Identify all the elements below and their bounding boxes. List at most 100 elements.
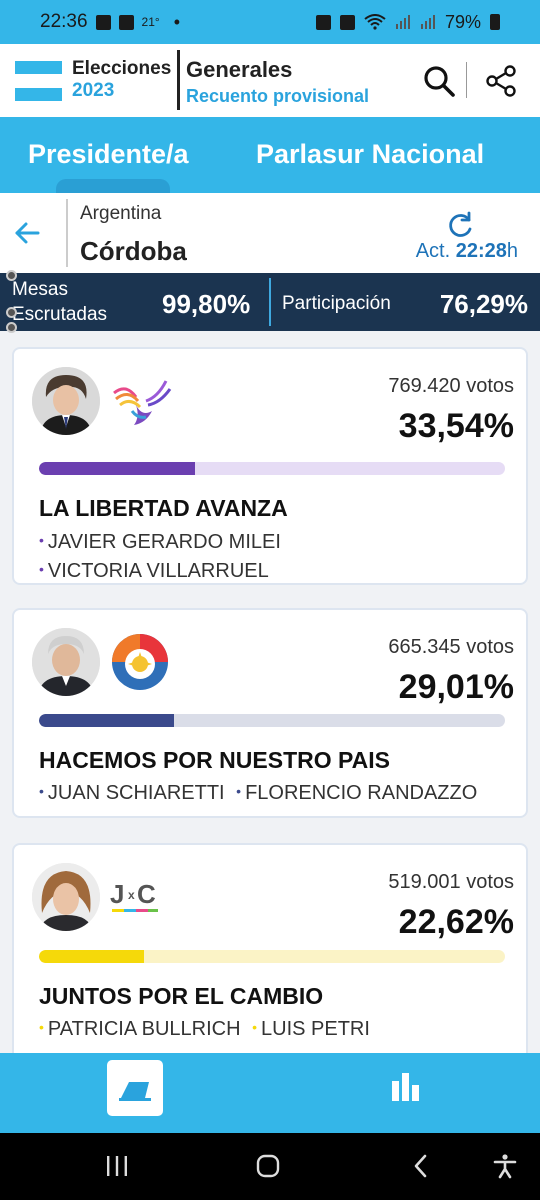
party-name: JUNTOS POR EL CAMBIO bbox=[39, 983, 324, 1009]
party-name: LA LIBERTAD AVANZA bbox=[39, 495, 288, 521]
candidate-avatar bbox=[32, 863, 100, 931]
candidate-name: JAVIER GERARDO MILEI bbox=[47, 531, 281, 553]
svg-text:J: J bbox=[110, 879, 124, 909]
candidate-line: • JAVIER GERARDO MILEI bbox=[39, 531, 281, 554]
home-icon[interactable] bbox=[255, 1153, 281, 1179]
vote-percent: 22,62% bbox=[398, 903, 514, 941]
signal-icon-2 bbox=[420, 15, 435, 29]
header-divider bbox=[177, 50, 180, 110]
vote-share-bar bbox=[39, 950, 505, 963]
alarm-icon bbox=[339, 14, 355, 30]
result-card[interactable]: 769.420 votos 33,54% LA LIBERTAD AVANZA … bbox=[12, 347, 528, 585]
back-nav-icon[interactable] bbox=[408, 1153, 434, 1179]
vote-count: 665.345 votos bbox=[388, 636, 514, 658]
party-name: HACEMOS POR NUESTRO PAIS bbox=[39, 747, 390, 773]
last-update-time: 22:28 bbox=[455, 240, 507, 262]
mesas-label-line-1: Mesas bbox=[12, 279, 68, 300]
candidate-name: FLORENCIO RANDAZZO bbox=[245, 782, 478, 804]
result-card[interactable]: 665.345 votos 29,01% HACEMOS POR NUESTRO… bbox=[12, 608, 528, 818]
status-dot: • bbox=[173, 11, 181, 32]
lla-party-logo-icon bbox=[113, 380, 172, 425]
bottom-nav bbox=[0, 1053, 540, 1133]
candidate-name: VICTORIA VILLARRUEL bbox=[47, 560, 269, 582]
vote-share-bar bbox=[39, 714, 505, 727]
status-time: 22:36 bbox=[40, 11, 88, 32]
bullet: • bbox=[39, 1019, 44, 1035]
page-subtitle: Recuento provisional bbox=[186, 86, 370, 106]
location-province: Córdoba bbox=[80, 236, 187, 266]
bullet: • bbox=[252, 1019, 258, 1035]
selection-handle bbox=[6, 270, 17, 281]
stats-divider bbox=[269, 278, 271, 326]
vote-share-fill bbox=[39, 714, 175, 727]
location-bar: Argentina Córdoba Act. 22:28h bbox=[0, 193, 540, 273]
notification-icon bbox=[95, 14, 111, 30]
active-tab-indicator bbox=[56, 179, 170, 193]
tab-parlasur[interactable]: Parlasur Nacional bbox=[256, 139, 484, 170]
share-icon[interactable] bbox=[484, 64, 518, 98]
candidate-avatar bbox=[32, 367, 100, 435]
election-tabs: Presidente/a Parlasur Nacional bbox=[0, 117, 540, 193]
vote-percent: 33,54% bbox=[398, 407, 514, 445]
selection-handle bbox=[6, 322, 17, 333]
refresh-icon[interactable] bbox=[444, 211, 476, 239]
candidate-avatar bbox=[32, 628, 100, 696]
last-update-label: Act. bbox=[415, 240, 451, 262]
vote-share-fill bbox=[39, 950, 145, 963]
bullet: • bbox=[39, 532, 44, 548]
candidate-name: LUIS PETRI bbox=[261, 1018, 370, 1040]
jxc-party-logo-icon: J x C bbox=[110, 879, 158, 912]
vote-percent: 29,01% bbox=[398, 668, 514, 706]
svg-text:C: C bbox=[137, 879, 156, 909]
tab-presidente[interactable]: Presidente/a bbox=[28, 139, 189, 170]
mesas-escrutadas-value: 99,80% bbox=[162, 289, 251, 319]
bullet: • bbox=[39, 783, 44, 799]
battery-percent: 79% bbox=[444, 11, 481, 32]
back-arrow-icon[interactable] bbox=[12, 218, 42, 248]
vote-count: 519.001 votos bbox=[388, 871, 514, 893]
app-logo: Elecciones 2023 bbox=[72, 58, 171, 102]
svg-text:x: x bbox=[128, 888, 135, 902]
battery-icon bbox=[490, 14, 500, 30]
header-titles: Generales Recuento provisional bbox=[186, 57, 369, 109]
flag-logo-icon bbox=[15, 61, 62, 101]
last-update-unit: h bbox=[506, 240, 518, 262]
status-bar: 22:36 21° • 79% bbox=[0, 0, 540, 44]
recent-apps-icon[interactable] bbox=[104, 1153, 130, 1179]
sim-icon bbox=[315, 14, 331, 30]
app-header: Elecciones 2023 Generales Recuento provi… bbox=[0, 44, 540, 117]
search-icon[interactable] bbox=[422, 64, 456, 98]
bullet: • bbox=[236, 783, 242, 799]
bullet: • bbox=[39, 561, 44, 577]
vote-share-bar bbox=[39, 462, 505, 475]
vote-share-fill bbox=[39, 462, 196, 475]
vote-count: 769.420 votos bbox=[388, 375, 514, 397]
stats-bar: Mesas Escrutadas 99,80% Participación 76… bbox=[0, 273, 540, 331]
candidate-name: JUAN SCHIARETTI bbox=[47, 782, 225, 804]
hacemos-party-logo-icon bbox=[112, 634, 168, 690]
result-card[interactable]: J x C 519.001 votos 22,62% JUNTOS POR EL… bbox=[12, 843, 528, 1073]
bar-chart-icon[interactable] bbox=[388, 1069, 424, 1105]
candidate-line: • JUAN SCHIARETTI • FLORENCIO RANDAZZO bbox=[39, 782, 477, 805]
participacion-value: 76,29% bbox=[439, 289, 528, 319]
candidate-name: PATRICIA BULLRICH bbox=[47, 1018, 241, 1040]
system-nav-bar bbox=[0, 1133, 540, 1200]
accessibility-icon[interactable] bbox=[492, 1153, 518, 1179]
candidate-line: • PATRICIA BULLRICH • LUIS PETRI bbox=[39, 1018, 370, 1041]
gallery-icon bbox=[118, 14, 134, 30]
logo-line-2: 2023 bbox=[72, 80, 115, 101]
logo-line-1: Elecciones bbox=[72, 58, 172, 79]
last-update: Act. 22:28h bbox=[416, 240, 518, 263]
location-divider bbox=[66, 199, 68, 267]
participacion-label: Participación bbox=[282, 293, 391, 314]
mesas-escrutadas-label: Mesas Escrutadas bbox=[12, 277, 107, 327]
page-title: Generales bbox=[186, 57, 293, 82]
candidate-line: • VICTORIA VILLARRUEL bbox=[39, 560, 269, 583]
header-icon-divider bbox=[466, 62, 467, 98]
wifi-icon bbox=[364, 14, 386, 30]
nav-ballot[interactable] bbox=[107, 1060, 163, 1116]
mesas-label-line-2: Escrutadas bbox=[12, 304, 108, 325]
temperature: 21° bbox=[141, 15, 160, 29]
ballot-icon bbox=[119, 1082, 151, 1101]
location-country[interactable]: Argentina bbox=[80, 203, 161, 225]
